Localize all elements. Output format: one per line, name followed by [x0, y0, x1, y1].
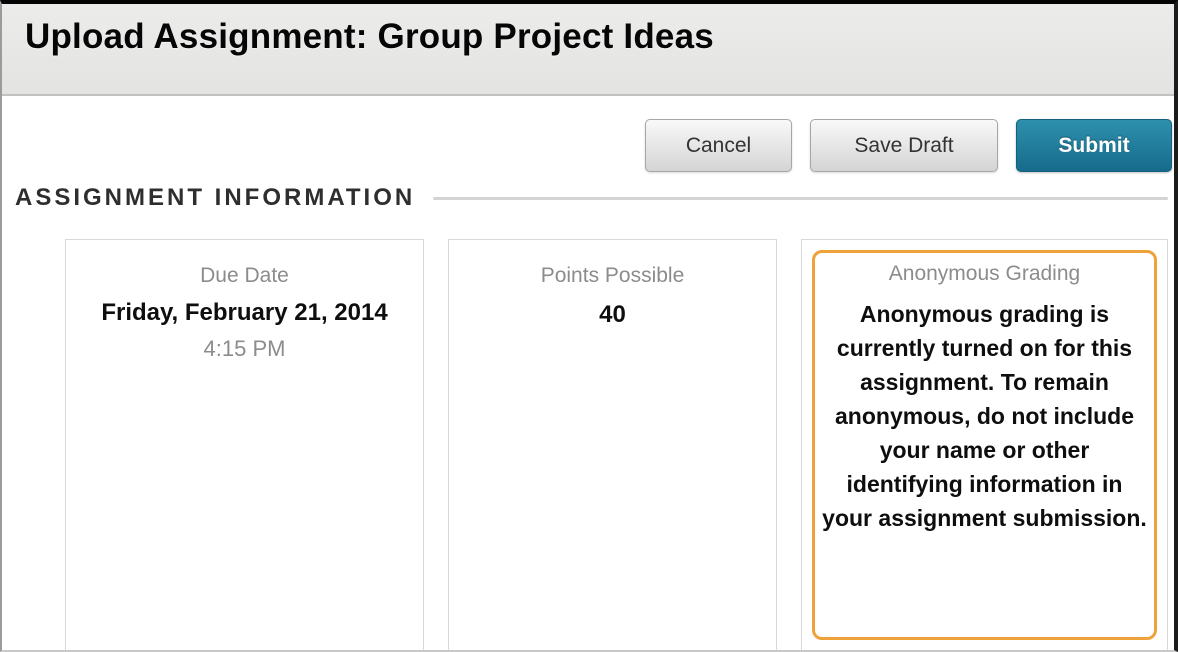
due-date-panel: Due Date Friday, February 21, 2014 4:15 … — [65, 239, 424, 652]
save-draft-button[interactable]: Save Draft — [810, 119, 998, 172]
anonymous-grading-label: Anonymous Grading — [819, 262, 1150, 286]
submit-button[interactable]: Submit — [1016, 119, 1172, 172]
section-heading: ASSIGNMENT INFORMATION — [15, 184, 415, 212]
action-button-row: Cancel Save Draft Submit — [2, 119, 1172, 172]
anonymous-grading-message: Anonymous grading is currently turned on… — [819, 297, 1150, 535]
points-possible-label: Points Possible — [449, 264, 776, 288]
upload-assignment-page: Upload Assignment: Group Project Ideas C… — [0, 0, 1178, 652]
due-time-value: 4:15 PM — [66, 336, 423, 362]
due-date-value: Friday, February 21, 2014 — [66, 299, 423, 327]
points-possible-panel: Points Possible 40 — [448, 239, 777, 652]
points-possible-value: 40 — [449, 301, 776, 329]
assignment-information-section: ASSIGNMENT INFORMATION — [15, 184, 1168, 212]
info-panels-row: Due Date Friday, February 21, 2014 4:15 … — [65, 239, 1168, 652]
anonymous-grading-warning-box: Anonymous Grading Anonymous grading is c… — [812, 250, 1157, 640]
section-divider — [433, 197, 1168, 200]
due-date-label: Due Date — [66, 264, 423, 288]
page-header: Upload Assignment: Group Project Ideas — [2, 4, 1174, 96]
anonymous-grading-panel: Anonymous Grading Anonymous grading is c… — [801, 239, 1168, 652]
page-title: Upload Assignment: Group Project Ideas — [25, 17, 1174, 57]
cancel-button[interactable]: Cancel — [645, 119, 792, 172]
